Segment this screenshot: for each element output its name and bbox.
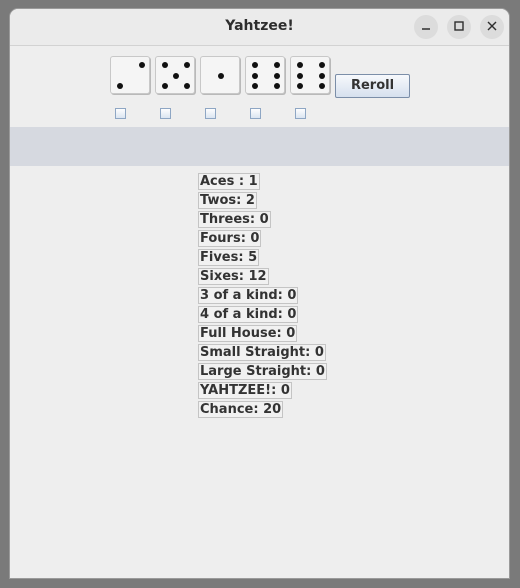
die-pip — [184, 62, 190, 68]
hold-checkbox-4[interactable] — [250, 108, 261, 119]
score-row: Aces : 1 — [198, 173, 260, 190]
die-pip — [218, 73, 224, 79]
title-bar[interactable]: Yahtzee! — [10, 9, 509, 46]
die-pip — [139, 62, 145, 68]
die-pip — [319, 73, 325, 79]
die-pip — [162, 62, 168, 68]
maximize-icon — [454, 21, 464, 31]
die-pip — [319, 62, 325, 68]
die-pip — [252, 62, 258, 68]
die-pip — [184, 83, 190, 89]
close-icon — [487, 21, 497, 31]
score-row: Full House: 0 — [198, 325, 298, 342]
score-row: Fours: 0 — [198, 230, 262, 247]
die-1[interactable] — [110, 56, 150, 94]
hold-checkbox-5[interactable] — [295, 108, 306, 119]
score-row: YAHTZEE!: 0 — [198, 382, 292, 399]
die-5[interactable] — [290, 56, 330, 94]
score-row: 3 of a kind: 0 — [198, 287, 299, 304]
die-pip — [274, 62, 280, 68]
die-pip — [274, 73, 280, 79]
die-3[interactable] — [200, 56, 240, 94]
score-row: Chance: 20 — [198, 401, 284, 418]
score-row: Large Straight: 0 — [198, 363, 327, 380]
score-row: 4 of a kind: 0 — [198, 306, 299, 323]
score-row: Fives: 5 — [198, 249, 260, 266]
minimize-button[interactable] — [414, 15, 438, 39]
score-row: Twos: 2 — [198, 192, 257, 209]
status-band — [10, 127, 509, 166]
close-button[interactable] — [480, 15, 504, 39]
score-row: Threes: 0 — [198, 211, 271, 228]
app-window: Yahtzee! Reroll Aces : 1 Twos: 2 Threes: 0… — [9, 8, 510, 579]
die-4[interactable] — [245, 56, 285, 94]
die-pip — [319, 83, 325, 89]
maximize-button[interactable] — [447, 15, 471, 39]
die-pip — [252, 73, 258, 79]
die-pip — [252, 83, 258, 89]
hold-checkbox-1[interactable] — [115, 108, 126, 119]
score-row: Small Straight: 0 — [198, 344, 326, 361]
die-pip — [117, 83, 123, 89]
die-pip — [173, 73, 179, 79]
die-pip — [274, 83, 280, 89]
score-list: Aces : 1 Twos: 2 Threes: 0 Fours: 0 Fives: 5… — [198, 173, 327, 420]
minimize-icon — [422, 28, 430, 30]
die-pip — [162, 83, 168, 89]
die-pip — [297, 83, 303, 89]
die-2[interactable] — [155, 56, 195, 94]
score-row: Sixes: 12 — [198, 268, 269, 285]
reroll-button[interactable]: Reroll — [335, 74, 410, 98]
dice-panel: Reroll — [10, 46, 509, 127]
hold-checkbox-3[interactable] — [205, 108, 216, 119]
die-pip — [297, 62, 303, 68]
die-pip — [297, 73, 303, 79]
hold-checkbox-2[interactable] — [160, 108, 171, 119]
